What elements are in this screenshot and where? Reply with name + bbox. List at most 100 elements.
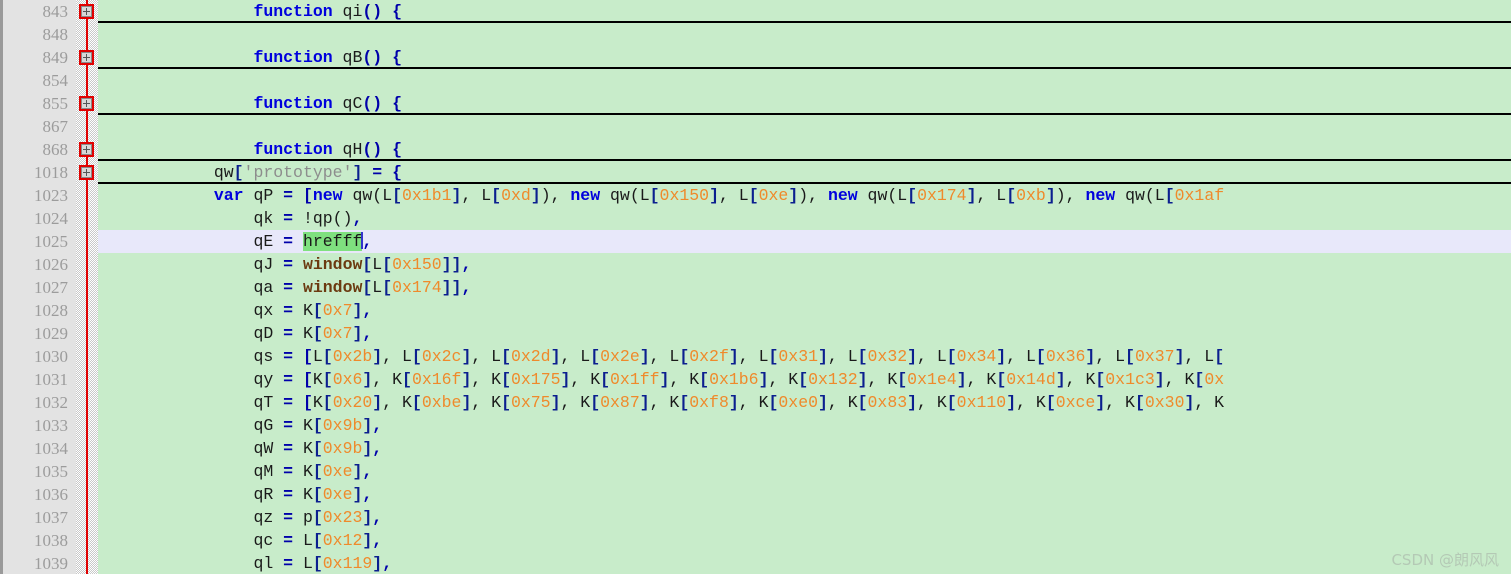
code-number: 0x2d: [510, 347, 551, 366]
line-number: 1031: [34, 370, 68, 389]
code-identifier: L: [372, 278, 383, 297]
code-line[interactable]: qJ = window[L[0x150]],: [95, 253, 1511, 276]
code-bracket: [: [322, 347, 333, 366]
code-bracket: [: [768, 393, 779, 412]
code-bracket: ]: [996, 347, 1007, 366]
code-number: 0xe: [758, 186, 789, 205]
code-punctuation: ,: [362, 485, 373, 504]
code-line[interactable]: ql = L[0x119],: [95, 552, 1511, 574]
code-line[interactable]: qa = window[L[0x174]],: [95, 276, 1511, 299]
fold-expand-icon[interactable]: [79, 96, 94, 111]
code-identifier: ),: [1055, 186, 1086, 205]
code-bracket: ]: [362, 370, 373, 389]
code-identifier: , L: [560, 347, 591, 366]
code-bracket: ]: [530, 186, 541, 205]
code-number: 0x34: [956, 347, 997, 366]
code-identifier: , K: [1164, 370, 1195, 389]
code-number: 0x75: [510, 393, 551, 412]
code-bracket: [: [748, 186, 759, 205]
code-line[interactable]: qc = L[0x12],: [95, 529, 1511, 552]
code-identifier: , L: [382, 347, 412, 366]
code-line[interactable]: qW = K[0x9b],: [95, 437, 1511, 460]
code-number: 0x12: [322, 531, 363, 550]
code-line[interactable]: [95, 69, 1511, 92]
code-line[interactable]: function qC() {: [95, 92, 1511, 115]
code-number: 0x2f: [689, 347, 729, 366]
code-identifier: qk: [253, 209, 284, 228]
code-line[interactable]: function qB() {: [95, 46, 1511, 69]
code-line[interactable]: qR = K[0xe],: [95, 483, 1511, 506]
code-keyword: new: [827, 186, 858, 205]
code-identifier: ),: [540, 186, 571, 205]
code-identifier: qc: [253, 531, 284, 550]
code-bracket: [: [382, 278, 393, 297]
code-identifier: , L: [649, 347, 680, 366]
code-line[interactable]: qD = K[0x7],: [95, 322, 1511, 345]
code-line[interactable]: qz = p[0x23],: [95, 506, 1511, 529]
code-line[interactable]: qx = K[0x7],: [95, 299, 1511, 322]
code-identifier: p: [302, 508, 313, 527]
code-identifier: , L: [738, 347, 769, 366]
line-number: 1029: [34, 324, 68, 343]
fold-expand-icon[interactable]: [79, 4, 94, 19]
line-number: 1032: [34, 393, 68, 412]
code-number: 0x37: [1134, 347, 1175, 366]
code-line[interactable]: qw['prototype'] = {: [95, 161, 1511, 184]
code-identifier: qw: [213, 163, 234, 182]
code-line-current[interactable]: qE = hrefff,: [95, 230, 1511, 253]
code-identifier: qi: [332, 2, 363, 21]
code-number: 0x7: [322, 301, 353, 320]
code-punctuation: =: [283, 232, 303, 251]
code-identifier: K: [302, 439, 313, 458]
code-identifier: qP: [243, 186, 284, 205]
code-number: 0x1c3: [1105, 370, 1155, 389]
code-line[interactable]: [95, 115, 1511, 138]
code-number: 0x32: [867, 347, 908, 366]
code-line[interactable]: qk = !qp(),: [95, 207, 1511, 230]
code-bracket: ]: [352, 301, 363, 320]
code-number: 0x9b: [322, 439, 363, 458]
code-editor[interactable]: function qi() { function qB() { function…: [0, 0, 1511, 574]
code-line[interactable]: qy = [K[0x6], K[0x16f], K[0x175], K[0x1f…: [95, 368, 1511, 391]
code-number: 0x16f: [411, 370, 462, 389]
code-number: 0x150: [659, 186, 710, 205]
code-bracket: [: [996, 370, 1007, 389]
fold-expand-icon[interactable]: [79, 50, 94, 65]
fold-box-border: [81, 144, 92, 155]
code-line[interactable]: function qH() {: [95, 138, 1511, 161]
code-content-area[interactable]: function qi() { function qB() { function…: [95, 0, 1511, 574]
code-identifier: qy: [253, 370, 284, 389]
code-bracket: [: [946, 347, 957, 366]
line-number: 1038: [34, 531, 68, 550]
code-line[interactable]: function qi() {: [95, 0, 1511, 23]
code-bracket: ]: [362, 416, 373, 435]
code-identifier: qw(L: [342, 186, 393, 205]
code-line[interactable]: qM = K[0xe],: [95, 460, 1511, 483]
code-identifier: L: [312, 347, 323, 366]
code-line[interactable]: qG = K[0x9b],: [95, 414, 1511, 437]
code-bracket: ]: [372, 347, 383, 366]
code-line[interactable]: qs = [L[0x2b], L[0x2c], L[0x2d], L[0x2e]…: [95, 345, 1511, 368]
code-line[interactable]: var qP = [new qw(L[0x1b1], L[0xd]), new …: [95, 184, 1511, 207]
code-number: 0xe0: [778, 393, 818, 412]
code-line[interactable]: [95, 23, 1511, 46]
code-bracket: ]: [709, 186, 719, 205]
code-number: 0x1e4: [907, 370, 957, 389]
code-bracket: [: [798, 370, 809, 389]
fold-expand-icon[interactable]: [79, 142, 94, 157]
code-keyword: function: [253, 140, 333, 159]
line-number: 843: [42, 2, 69, 21]
code-punctuation: ,: [352, 209, 363, 228]
fold-box-border: [81, 6, 92, 17]
fold-expand-icon[interactable]: [79, 165, 94, 180]
code-identifier: , L: [1184, 347, 1215, 366]
code-bracket: [: [312, 301, 323, 320]
code-line[interactable]: qT = [K[0x20], K[0xbe], K[0x75], K[0x87]…: [95, 391, 1511, 414]
code-punctuation: = [: [283, 347, 313, 366]
